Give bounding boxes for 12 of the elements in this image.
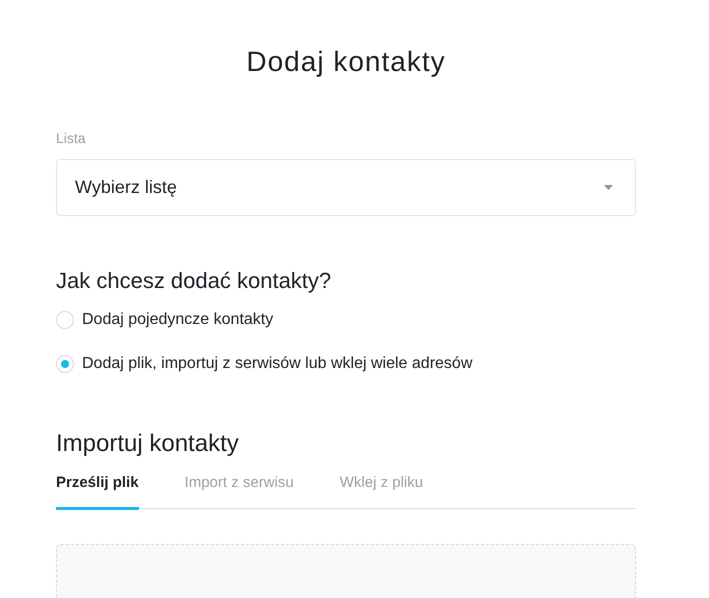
drop-zone[interactable]	[56, 544, 636, 598]
caret-icon	[604, 185, 613, 190]
radio-label[interactable]: Dodaj pojedyncze kontakty	[82, 310, 274, 330]
tab[interactable]: Prześlij plik	[56, 472, 139, 510]
list-select[interactable]: Wybierz listę	[56, 159, 636, 216]
field-label: Lista	[56, 129, 86, 148]
radio-label[interactable]: Dodaj plik, importuj z serwisów lub wklej wiele adresów	[82, 354, 472, 374]
section-heading: Importuj kontakty	[56, 429, 240, 459]
page-title: Dodaj kontakty	[245, 45, 447, 79]
radio-button[interactable]	[56, 355, 74, 373]
section-heading: Jak chcesz dodać kontakty?	[56, 267, 332, 295]
radio-button[interactable]	[56, 311, 74, 329]
